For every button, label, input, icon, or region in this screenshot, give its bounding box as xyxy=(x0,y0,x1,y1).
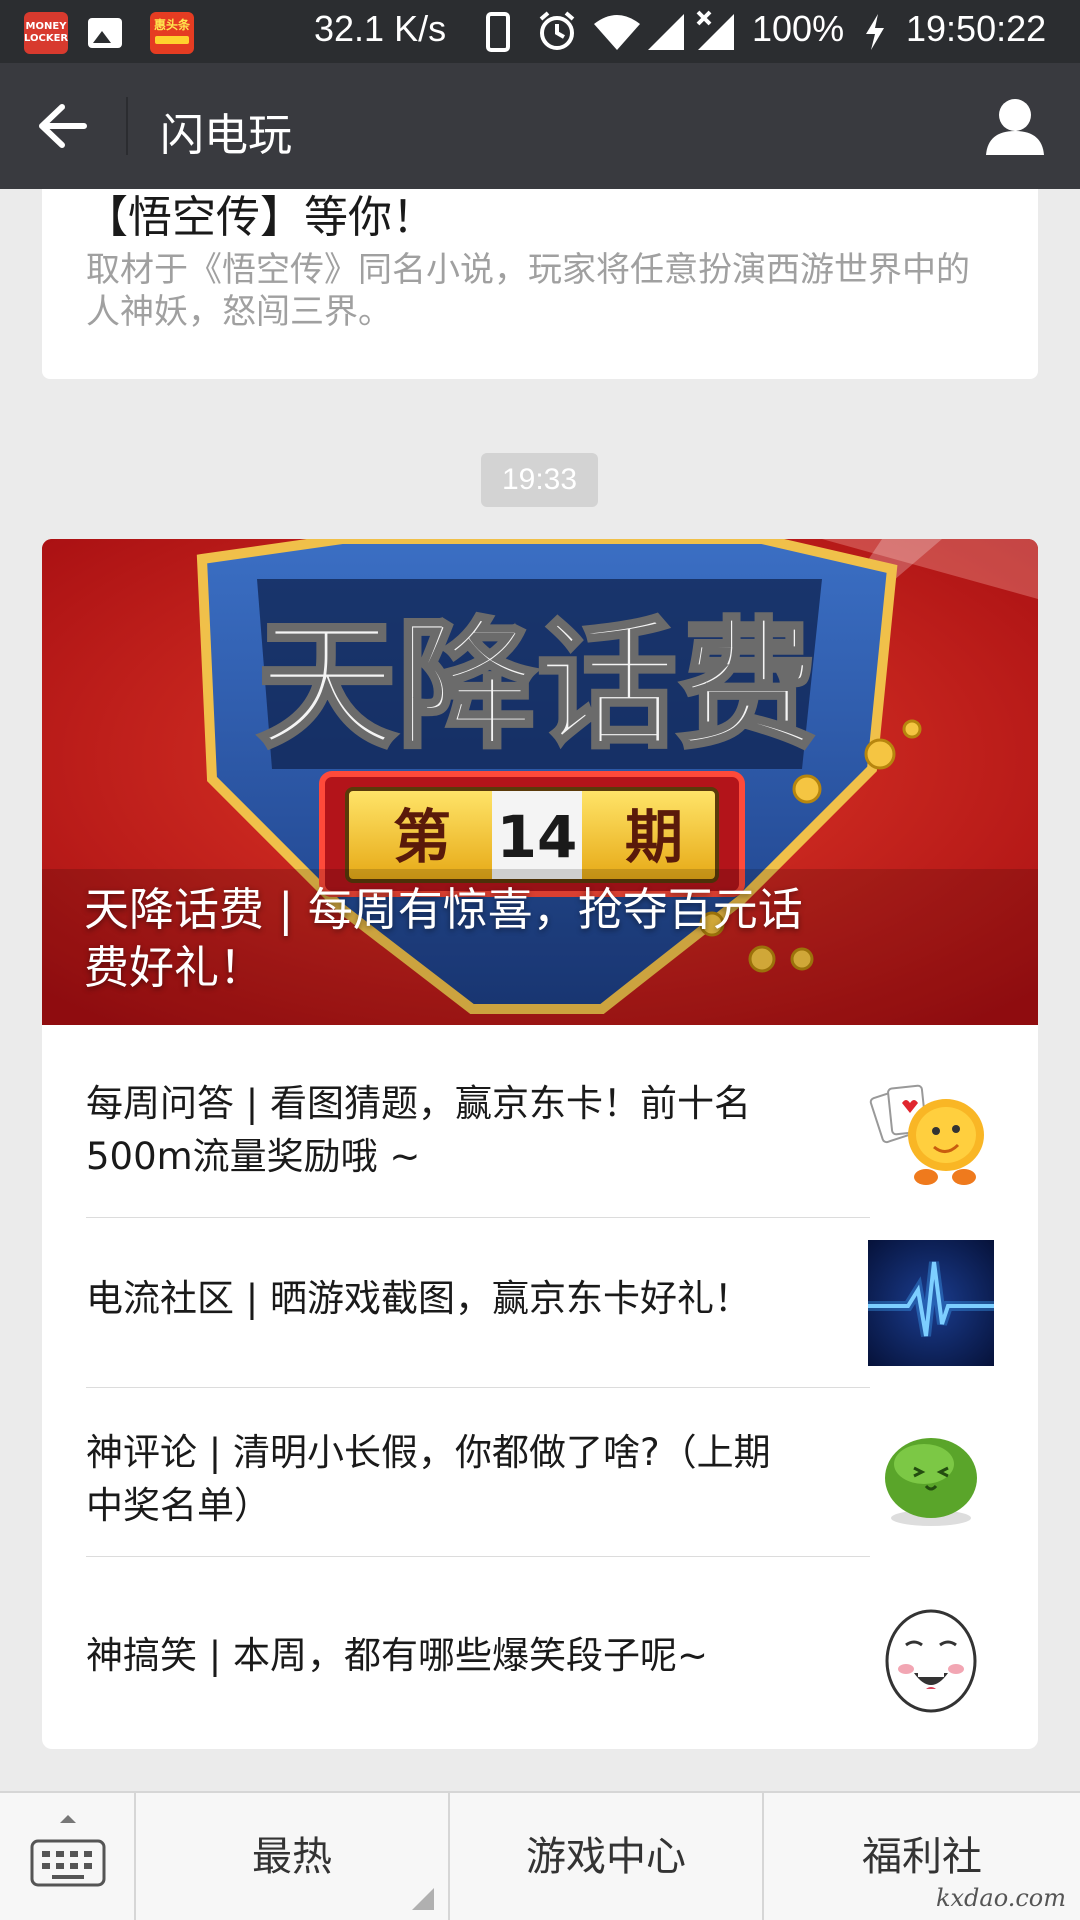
article-item-community[interactable]: 电流社区 | 晒游戏截图，赢京东卡好礼！ xyxy=(42,1218,1038,1388)
article-title: 神评论 | 清明小长假，你都做了啥?（上期中奖名单） xyxy=(86,1431,771,1527)
clock: 19:50:22 xyxy=(906,8,1047,49)
no-signal-icon xyxy=(696,10,734,50)
previous-article-card[interactable]: 【悟空传】等你！ 取材于《悟空传》同名小说，玩家将任意扮演西游世界中的人神妖，怒… xyxy=(42,189,1038,379)
submenu-indicator-icon xyxy=(412,1888,434,1910)
green-blob-icon xyxy=(885,1438,977,1526)
phone-vibrate-icon xyxy=(486,12,510,52)
poker-mascot-icon xyxy=(869,1084,984,1185)
wifi-icon xyxy=(594,15,640,50)
article-title: 电流社区 | 晒游戏截图，赢京东卡好礼！ xyxy=(86,1277,751,1320)
alarm-icon xyxy=(539,11,575,50)
previous-article-description: 取材于《悟空传》同名小说，玩家将任意扮演西游世界中的人神妖，怒闯三界。 xyxy=(86,250,970,332)
charging-icon xyxy=(866,14,884,50)
person-icon xyxy=(986,99,1044,155)
account-title: 闪电玩 xyxy=(160,110,292,161)
hero-article[interactable]: 天降话费 第 14 期 天降话费 | 每周有惊喜，抢夺百元话费好礼！ xyxy=(42,539,1038,1025)
battery-percent: 100% xyxy=(752,8,845,49)
laughing-face-icon xyxy=(885,1609,977,1713)
keyboard-icon xyxy=(30,1815,106,1887)
money-locker-app-icon: MONEY LOCKER xyxy=(24,12,68,54)
article-item-jokes[interactable]: 神搞笑 | 本周，都有哪些爆笑段子呢~ xyxy=(42,1557,1038,1727)
site-watermark: kxdao.com xyxy=(935,1884,1066,1912)
news-card: 天降话费 第 14 期 天降话费 | 每周有惊喜，抢夺百元话费好礼！ 每周问答 … xyxy=(42,539,1038,1749)
previous-article-title: 【悟空传】等你！ xyxy=(84,192,436,243)
title-bar: 闪电玩 xyxy=(0,63,1080,189)
network-speed: 32.1 K/s xyxy=(314,8,447,49)
gallery-icon xyxy=(88,18,122,48)
back-arrow-icon xyxy=(39,104,87,148)
status-bar: MONEY LOCKER 惠头条 32.1 K/s 100% 19:50:22 xyxy=(0,0,1080,63)
article-item-weekly-quiz[interactable]: 每周问答 | 看图猜题，赢京东卡！前十名500m流量奖励哦 ~ xyxy=(42,1025,1038,1195)
account-profile-button[interactable] xyxy=(980,93,1050,159)
article-title: 神搞笑 | 本周，都有哪些爆笑段子呢~ xyxy=(86,1634,708,1677)
hero-art-title: 天降话费 xyxy=(257,605,817,768)
hero-article-title: 天降话费 | 每周有惊喜，抢夺百元话费好礼！ xyxy=(84,883,803,994)
bottom-menu-bar: 最热 游戏中心 福利社 kxdao.com xyxy=(0,1791,1080,1920)
nav-divider xyxy=(126,97,128,155)
hero-art-issue-number: 14 xyxy=(497,803,578,871)
article-item-comments[interactable]: 神评论 | 清明小长假，你都做了啥?（上期中奖名单） xyxy=(42,1388,1038,1558)
news-app-icon: 惠头条 xyxy=(150,12,194,54)
back-button[interactable] xyxy=(30,93,100,159)
menu-tab-label: 福利社 xyxy=(862,1834,982,1880)
pulse-wave-icon xyxy=(868,1240,994,1366)
menu-tab-hottest[interactable]: 最热 xyxy=(136,1793,450,1920)
menu-tab-label: 游戏中心 xyxy=(526,1834,686,1880)
message-timestamp: 19:33 xyxy=(481,453,598,507)
hero-art-issue-left: 第 xyxy=(393,803,451,871)
article-title: 每周问答 | 看图猜题，赢京东卡！前十名500m流量奖励哦 ~ xyxy=(86,1082,751,1178)
menu-tab-label: 最热 xyxy=(252,1834,332,1880)
hero-art-issue-right: 期 xyxy=(625,803,683,871)
cellular-signal-icon xyxy=(648,14,684,50)
menu-tab-game-center[interactable]: 游戏中心 xyxy=(450,1793,764,1920)
wechat-official-account-screen: MONEY LOCKER 惠头条 32.1 K/s 100% 19:50:22 xyxy=(0,0,1080,1920)
keyboard-toggle-button[interactable] xyxy=(0,1793,136,1920)
